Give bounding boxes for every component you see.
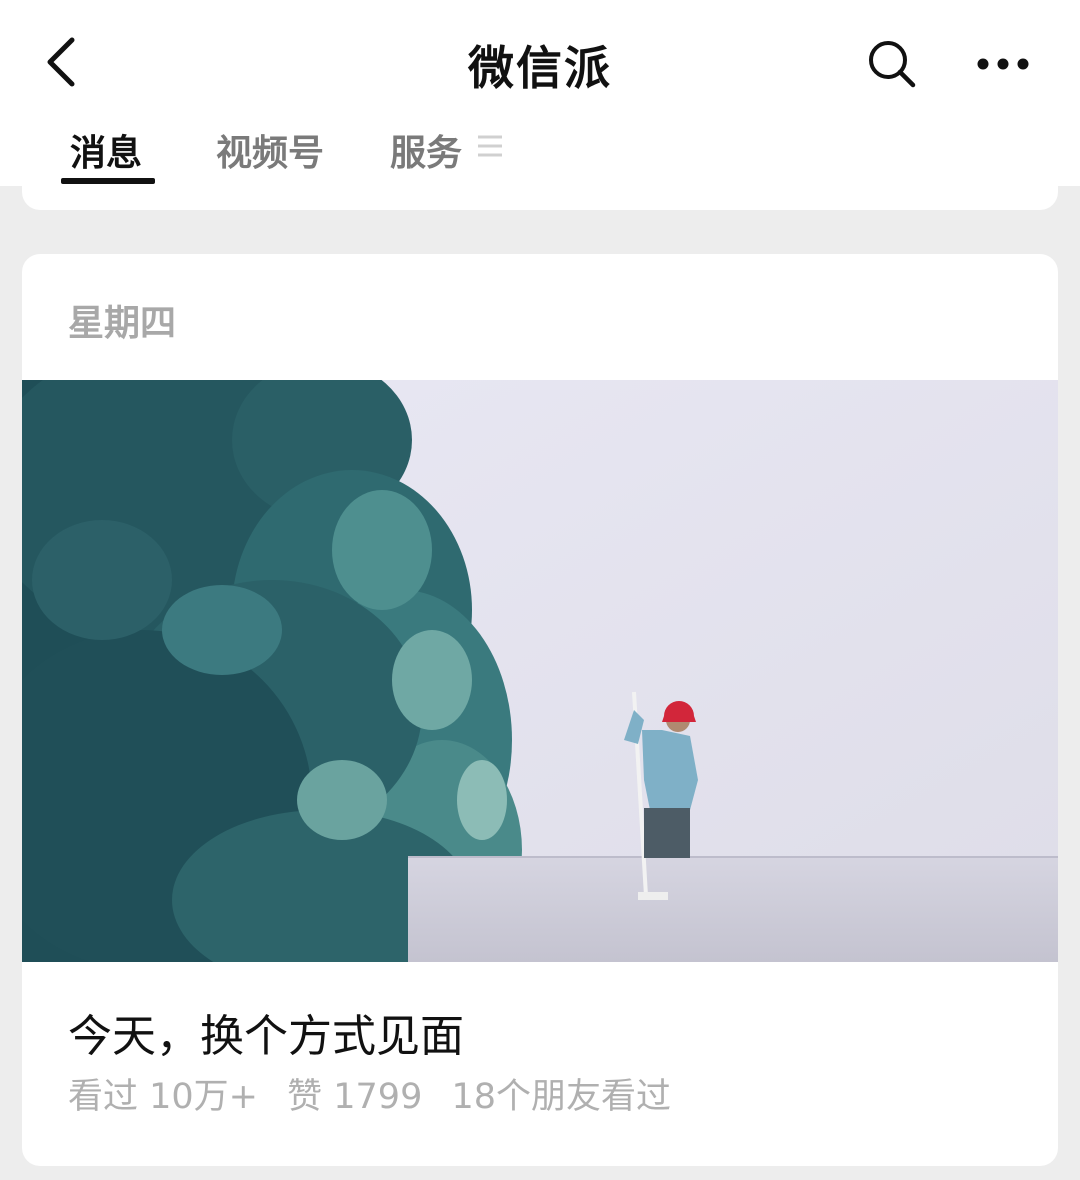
article-cover-image[interactable]: 9 [22, 380, 1058, 962]
article-card: 星期四 今天，换个方式见面 看过 10万+ 赞 1799 18个朋友看过 [22, 254, 1058, 1166]
friends-viewed: 18个朋友看过 [451, 1077, 672, 1117]
active-tab-indicator [61, 178, 155, 184]
tab-messages[interactable]: 消息 [70, 124, 142, 176]
tab-channels[interactable]: 视频号 [216, 124, 324, 176]
tab-services[interactable]: 服务 [390, 124, 462, 176]
article-title[interactable]: 今天，换个方式见面 [68, 1000, 464, 1064]
article-stats: 看过 10万+ 赞 1799 18个朋友看过 [68, 1068, 689, 1119]
menu-icon[interactable] [476, 132, 504, 160]
previous-card-edge [22, 186, 1058, 210]
date-label: 星期四 [68, 303, 177, 344]
nav-bar: 微信派 [0, 0, 1080, 120]
wechat-official-account-page: 微信派 消息 视频号 服务 星期四 今天，换个方式见面 看过 10万+ 赞 17… [0, 0, 1080, 1180]
search-button[interactable] [860, 32, 924, 96]
cover-photo [22, 380, 1058, 962]
likes-count: 赞 1799 [287, 1077, 423, 1117]
more-icon [977, 58, 1029, 70]
search-icon [869, 41, 916, 88]
header: 微信派 消息 视频号 服务 [0, 0, 1080, 186]
views-count: 看过 10万+ [68, 1077, 258, 1117]
tab-bar: 消息 视频号 服务 [0, 120, 1080, 186]
rooftop-ledge [408, 856, 1058, 962]
more-button[interactable] [968, 32, 1038, 96]
